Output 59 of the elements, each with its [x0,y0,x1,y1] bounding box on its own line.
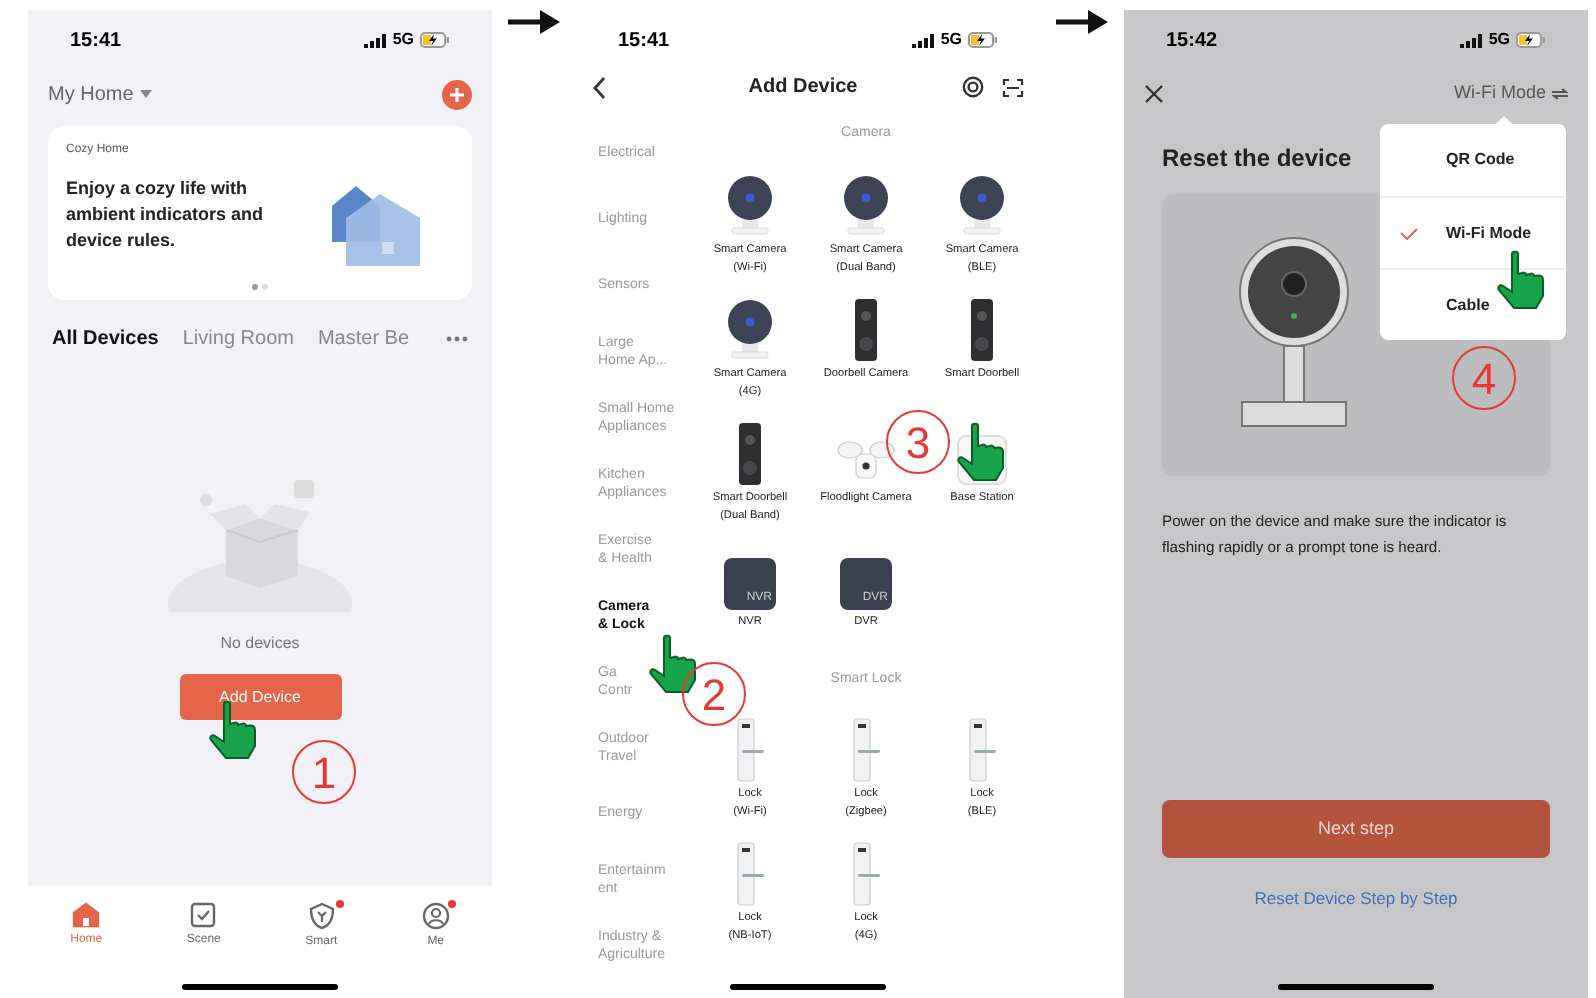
camera-icon [724,173,776,237]
battery-icon [968,32,998,48]
door-lock-icon [850,718,882,782]
step-number: 1 [292,740,356,804]
signal-icon [364,33,387,47]
camera-icon [724,297,776,361]
add-icon[interactable] [442,79,472,109]
camera-icon [840,173,892,237]
network-label: 5G [1488,28,1510,52]
step-number: 3 [886,410,950,474]
battery-icon [1516,32,1546,48]
status-time: 15:42 [1166,27,1218,55]
profile-icon [421,902,450,930]
hand-pointer-icon [956,422,1008,482]
caret-icon [139,90,152,98]
door-lock-icon [966,718,998,782]
arrow-icon [1056,10,1108,34]
screen-title: Add Device [746,74,860,102]
shield-icon [307,902,336,930]
scan-icon[interactable] [1002,77,1024,97]
room-tab[interactable]: Master Be [317,323,410,353]
target-icon[interactable] [962,76,984,98]
back-icon[interactable] [592,75,608,99]
signal-icon [912,33,935,47]
home-icon [72,902,101,928]
close-icon[interactable] [1144,84,1164,104]
empty-text: No devices [220,632,300,656]
network-label: 5G [392,28,414,52]
swap-icon [1552,88,1568,100]
network-label: 5G [940,28,962,52]
reset-guide-link[interactable]: Reset Device Step by Step [1254,886,1458,912]
status-time: 15:41 [70,27,122,55]
banner-text: Enjoy a cozy life with ambient indicators and device rules. [66,176,266,254]
checkbox-icon [190,902,217,928]
more-icon[interactable] [446,335,468,341]
signal-icon [1460,33,1483,47]
room-tab[interactable]: Living Room [182,323,294,353]
door-lock-icon [734,842,766,906]
doorbell-icon [854,297,878,361]
room-tab[interactable]: All Devices [52,323,159,353]
status-time: 15:41 [618,27,670,55]
connection-mode-label[interactable]: Wi-Fi Mode [1453,80,1546,108]
page-title: Reset the device [1162,142,1352,176]
home-selector[interactable]: My Home [48,79,152,109]
hand-pointer-icon [1496,250,1548,310]
door-lock-icon [734,718,766,782]
menu-item[interactable]: QR Code [1380,124,1566,196]
step-number: 2 [682,662,746,726]
doorbell-icon [970,297,994,361]
doorbell-icon [738,421,762,485]
hand-pointer-icon [208,700,260,760]
door-lock-icon [850,842,882,906]
camera-icon [956,173,1008,237]
add-device-button[interactable]: Add Device [179,674,341,720]
arrow-icon [508,10,560,34]
hand-pointer-icon [648,634,700,694]
next-step-button[interactable]: Next step [1162,800,1550,859]
step-number: 4 [1452,346,1516,410]
battery-icon [420,32,450,48]
